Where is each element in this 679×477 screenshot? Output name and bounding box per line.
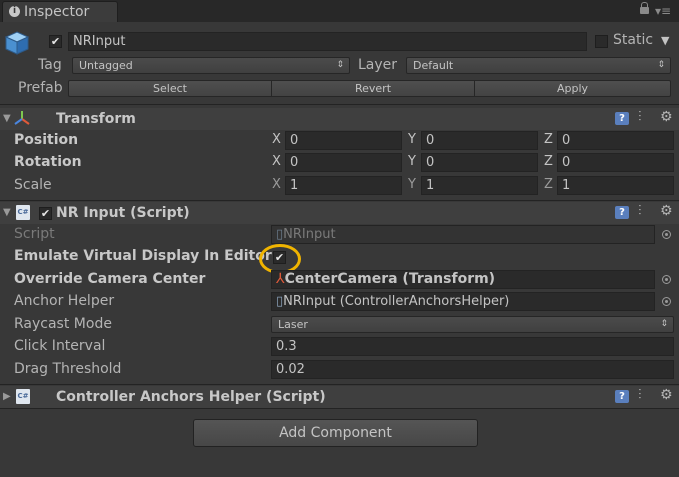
preset-sliders-icon[interactable]: ⫶ [638,387,642,403]
gameobject-cube-icon [4,30,30,56]
override-camera-field[interactable]: ⅄CenterCamera (Transform) [271,270,655,289]
tab-menu-icon[interactable]: ▾≡ [655,4,671,18]
script-value: NRInput [283,227,336,242]
updown-icon: ⇕ [660,319,668,329]
axis-y-label[interactable]: Y [408,177,416,192]
tab-label: Inspector [24,4,90,20]
gear-icon[interactable]: ⚙ [660,387,673,403]
transform-small-icon: ⅄ [276,271,285,287]
anchor-helper-field[interactable]: ▯NRInput (ControllerAnchorsHelper) [271,292,655,311]
static-checkbox[interactable] [595,35,608,48]
scale-x-field[interactable]: 1 [285,176,402,195]
anchor-value: NRInput (ControllerAnchorsHelper) [283,294,510,309]
axis-x-label[interactable]: X [272,177,281,192]
axis-z-label[interactable]: Z [544,154,553,169]
divider [0,384,679,385]
drag-threshold-label: Drag Threshold [14,361,122,377]
layer-label: Layer [358,57,398,73]
prefab-label: Prefab [18,80,63,96]
info-icon: i [9,6,20,17]
scale-y-field[interactable]: 1 [421,176,538,195]
axis-z-label[interactable]: Z [544,177,553,192]
tag-dropdown[interactable]: Untagged ⇕ [72,57,350,74]
object-picker-icon[interactable] [662,275,671,284]
active-checkbox[interactable]: ✔ [49,35,62,48]
axis-x-label[interactable]: X [272,132,281,147]
add-component-button[interactable]: Add Component [193,419,478,447]
tab-inspector[interactable]: i Inspector [2,1,118,22]
help-icon[interactable]: ? [615,390,629,403]
position-z-field[interactable]: 0 [557,131,674,150]
preset-sliders-icon[interactable]: ⫶ [638,109,642,125]
position-x-field[interactable]: 0 [285,131,402,150]
tag-label: Tag [38,57,62,73]
override-label: Override Camera Center [14,271,206,287]
gear-icon[interactable]: ⚙ [660,203,673,219]
override-value: CenterCamera (Transform) [284,271,496,287]
updown-icon: ⇕ [336,60,344,70]
foldout-expanded-icon[interactable]: ▼ [3,113,11,124]
click-interval-field[interactable]: 0.3 [271,337,674,356]
foldout-expanded-icon[interactable]: ▼ [3,207,11,218]
position-label: Position [14,132,79,148]
axis-x-label[interactable]: X [272,154,281,169]
static-label: Static [613,32,654,48]
csharp-script-icon: C# [16,389,30,404]
csharp-script-icon: C# [16,205,30,220]
preset-sliders-icon[interactable]: ⫶ [638,203,642,219]
help-icon[interactable]: ? [615,112,629,125]
anchors-title: Controller Anchors Helper (Script) [56,389,326,405]
gear-icon[interactable]: ⚙ [660,109,673,125]
rotation-label: Rotation [14,154,82,170]
rotation-y-field[interactable]: 0 [421,153,538,172]
axis-z-label[interactable]: Z [544,132,553,147]
axis-y-label[interactable]: Y [408,132,416,147]
rotation-z-field[interactable]: 0 [557,153,674,172]
object-picker-icon [662,230,671,239]
layer-dropdown[interactable]: Default ⇕ [406,57,671,74]
help-icon[interactable]: ? [615,206,629,219]
anchor-label: Anchor Helper [14,293,115,309]
lock-icon[interactable] [640,2,649,14]
nrinput-title: NR Input (Script) [56,205,190,221]
transform-axes-icon [14,110,30,126]
divider [0,104,679,105]
scale-z-field[interactable]: 1 [557,176,674,195]
raycast-mode-dropdown[interactable]: Laser ⇕ [271,316,674,333]
prefab-select-button[interactable]: Select [68,80,272,97]
raycast-value: Laser [278,318,308,331]
emulate-label: Emulate Virtual Display In Editor [14,248,272,264]
drag-threshold-field[interactable]: 0.02 [271,360,674,379]
position-y-field[interactable]: 0 [421,131,538,150]
foldout-collapsed-icon[interactable]: ▶ [3,391,11,402]
static-dropdown-icon[interactable]: ▼ [661,34,669,47]
layer-value: Default [413,59,454,72]
prefab-apply-button[interactable]: Apply [474,80,671,97]
object-picker-icon[interactable] [662,297,671,306]
tag-value: Untagged [79,59,133,72]
click-interval-label: Click Interval [14,338,106,354]
axis-y-label[interactable]: Y [408,154,416,169]
rotation-x-field[interactable]: 0 [285,153,402,172]
scale-label: Scale [14,177,52,193]
script-label: Script [14,226,55,242]
object-name-field[interactable]: NRInput [68,32,587,51]
updown-icon: ⇕ [657,60,665,70]
script-field: ▯NRInput [271,225,655,244]
nrinput-enabled-checkbox[interactable]: ✔ [39,207,52,220]
prefab-revert-button[interactable]: Revert [271,80,475,97]
divider [0,200,679,201]
raycast-label: Raycast Mode [14,316,112,332]
divider [0,408,679,409]
transform-title: Transform [56,111,136,127]
